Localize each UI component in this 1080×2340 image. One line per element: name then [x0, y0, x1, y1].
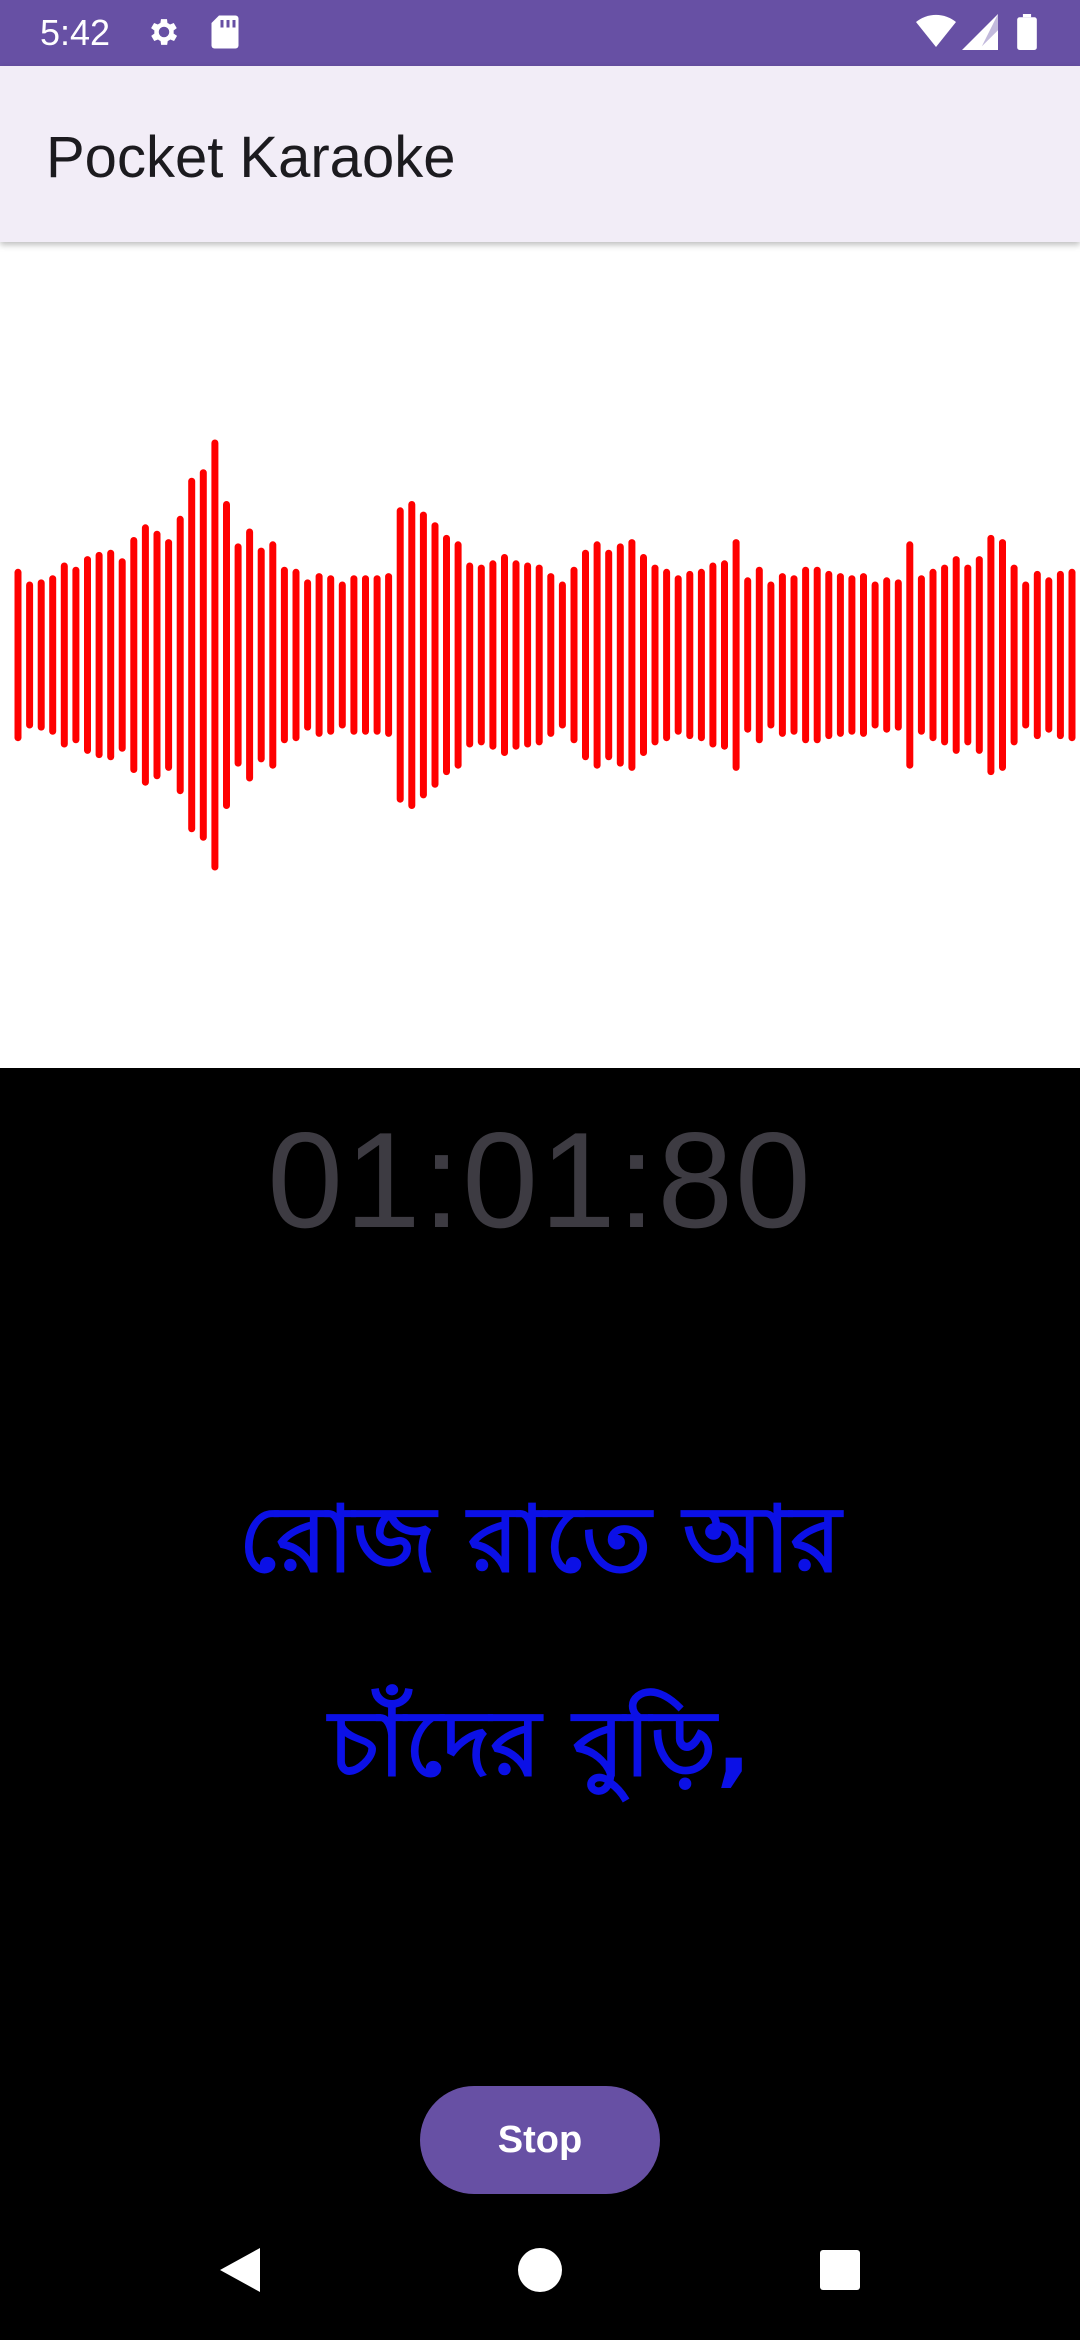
- battery-icon: [1017, 14, 1037, 50]
- app-title: Pocket Karaoke: [46, 125, 456, 190]
- status-time: 5:42: [40, 12, 111, 53]
- app-bar: Pocket Karaoke: [0, 66, 1080, 242]
- home-icon[interactable]: [516, 2244, 564, 2296]
- cell-signal-icon: [962, 14, 998, 50]
- stop-button[interactable]: Stop: [420, 2086, 660, 2194]
- back-icon[interactable]: [216, 2244, 264, 2296]
- status-bar: 5:42: [0, 0, 1080, 66]
- wifi-icon: [916, 14, 956, 48]
- recents-icon[interactable]: [816, 2244, 864, 2296]
- settings-gear-icon: [151, 19, 178, 45]
- elapsed-timer: 01:01:80: [267, 1104, 813, 1256]
- audio-waveform: [14, 439, 1076, 871]
- lyric-line-next: চাঁদের বুড়ি,: [328, 1690, 752, 1797]
- waveform-panel: [0, 242, 1080, 1068]
- lyric-line-current: রোজ রাতে আর: [238, 1486, 842, 1593]
- lyrics-panel: 01:01:80 রোজ রাতে আর চাঁদের বুড়ি,: [0, 1068, 1080, 2208]
- sd-card-icon: [211, 15, 239, 49]
- navigation-bar: [0, 2208, 1080, 2340]
